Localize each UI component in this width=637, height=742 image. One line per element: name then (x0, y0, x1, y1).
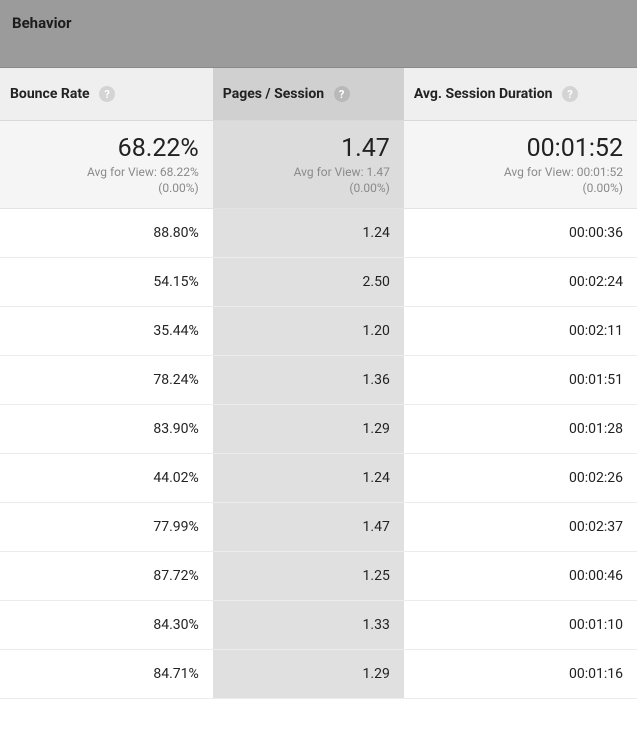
col-header-bounce-rate[interactable]: Bounce Rate ? (0, 68, 213, 121)
table-row: 83.90% 1.29 00:01:28 (0, 405, 637, 454)
summary-subtext: (0.00%) (10, 180, 199, 196)
summary-cell-bounce-rate: 68.22% Avg for View: 68.22% (0.00%) (0, 121, 213, 209)
summary-value: 1.47 (223, 135, 390, 164)
summary-cell-avg-session-duration: 00:01:52 Avg for View: 00:01:52 (0.00%) (404, 121, 637, 209)
cell-pages-session: 1.36 (213, 356, 404, 405)
summary-subtext: (0.00%) (414, 180, 623, 196)
cell-avg-session-duration: 00:01:28 (404, 405, 637, 454)
summary-subtext: Avg for View: 1.47 (223, 164, 390, 180)
cell-bounce-rate: 87.72% (0, 552, 213, 601)
help-icon[interactable]: ? (99, 86, 115, 102)
cell-pages-session: 1.25 (213, 552, 404, 601)
cell-pages-session: 1.33 (213, 601, 404, 650)
cell-avg-session-duration: 00:02:11 (404, 307, 637, 356)
cell-pages-session: 1.20 (213, 307, 404, 356)
cell-pages-session: 1.29 (213, 650, 404, 699)
cell-avg-session-duration: 00:02:26 (404, 454, 637, 503)
table-row: 87.72% 1.25 00:00:46 (0, 552, 637, 601)
table-row: 44.02% 1.24 00:02:26 (0, 454, 637, 503)
cell-bounce-rate: 83.90% (0, 405, 213, 454)
table-header-row: Bounce Rate ? Pages / Session ? Avg. Ses… (0, 68, 637, 121)
summary-subtext: Avg for View: 00:01:52 (414, 164, 623, 180)
col-header-pages-session[interactable]: Pages / Session ? (213, 68, 404, 121)
cell-bounce-rate: 54.15% (0, 258, 213, 307)
cell-pages-session: 2.50 (213, 258, 404, 307)
summary-subtext: Avg for View: 68.22% (10, 164, 199, 180)
col-header-label: Avg. Session Duration (414, 86, 553, 102)
cell-bounce-rate: 35.44% (0, 307, 213, 356)
cell-avg-session-duration: 00:02:37 (404, 503, 637, 552)
cell-avg-session-duration: 00:00:36 (404, 209, 637, 258)
table-row: 84.30% 1.33 00:01:10 (0, 601, 637, 650)
cell-bounce-rate: 84.30% (0, 601, 213, 650)
col-header-avg-session-duration[interactable]: Avg. Session Duration ? (404, 68, 637, 121)
col-header-label: Bounce Rate (10, 86, 90, 102)
cell-pages-session: 1.47 (213, 503, 404, 552)
col-header-label: Pages / Session (223, 86, 324, 102)
cell-pages-session: 1.24 (213, 209, 404, 258)
cell-avg-session-duration: 00:01:10 (404, 601, 637, 650)
cell-avg-session-duration: 00:01:51 (404, 356, 637, 405)
help-icon[interactable]: ? (334, 86, 350, 102)
table-summary-row: 68.22% Avg for View: 68.22% (0.00%) 1.47… (0, 121, 637, 209)
help-icon[interactable]: ? (562, 86, 578, 102)
cell-bounce-rate: 84.71% (0, 650, 213, 699)
table-row: 84.71% 1.29 00:01:16 (0, 650, 637, 699)
section-title: Behavior (12, 14, 72, 32)
cell-pages-session: 1.24 (213, 454, 404, 503)
table-row: 35.44% 1.20 00:02:11 (0, 307, 637, 356)
table-row: 77.99% 1.47 00:02:37 (0, 503, 637, 552)
summary-cell-pages-session: 1.47 Avg for View: 1.47 (0.00%) (213, 121, 404, 209)
summary-value: 68.22% (10, 135, 199, 164)
cell-bounce-rate: 44.02% (0, 454, 213, 503)
section-header: Behavior (0, 0, 637, 68)
cell-avg-session-duration: 00:02:24 (404, 258, 637, 307)
cell-bounce-rate: 88.80% (0, 209, 213, 258)
behavior-table: Bounce Rate ? Pages / Session ? Avg. Ses… (0, 68, 637, 699)
table-row: 54.15% 2.50 00:02:24 (0, 258, 637, 307)
cell-bounce-rate: 77.99% (0, 503, 213, 552)
cell-pages-session: 1.29 (213, 405, 404, 454)
summary-value: 00:01:52 (414, 135, 623, 164)
cell-bounce-rate: 78.24% (0, 356, 213, 405)
cell-avg-session-duration: 00:01:16 (404, 650, 637, 699)
table-row: 78.24% 1.36 00:01:51 (0, 356, 637, 405)
cell-avg-session-duration: 00:00:46 (404, 552, 637, 601)
table-row: 88.80% 1.24 00:00:36 (0, 209, 637, 258)
summary-subtext: (0.00%) (223, 180, 390, 196)
